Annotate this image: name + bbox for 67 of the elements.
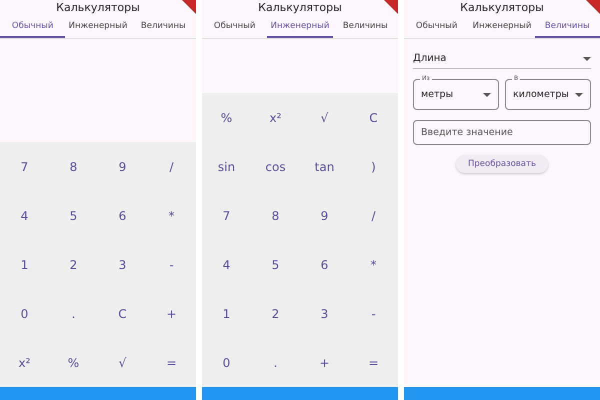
calculator-key[interactable]: x² <box>0 338 49 387</box>
caret-icon <box>483 92 491 96</box>
calculator-key[interactable]: 5 <box>49 191 98 240</box>
tab[interactable]: Величины <box>534 16 600 38</box>
tab[interactable]: Обычный <box>202 16 268 38</box>
caret-icon <box>583 56 591 60</box>
calculator-key[interactable]: * <box>349 240 398 289</box>
calculator-key[interactable]: . <box>49 289 98 338</box>
calculator-key[interactable]: 3 <box>98 240 147 289</box>
app-title: Калькуляторы <box>258 0 342 16</box>
calculator-key[interactable]: 8 <box>251 191 300 240</box>
calculator-key[interactable]: √ <box>98 338 147 387</box>
debug-ribbon <box>586 0 600 14</box>
caret-icon <box>575 92 583 96</box>
tab[interactable]: Инженерный <box>267 16 333 38</box>
calculator-key[interactable]: - <box>147 240 196 289</box>
calculator-key[interactable]: = <box>349 338 398 387</box>
debug-ribbon <box>182 0 196 14</box>
calculator-key[interactable]: = <box>147 338 196 387</box>
calculator-key[interactable]: % <box>202 93 251 142</box>
category-dropdown[interactable]: Длина <box>413 49 591 69</box>
calculator-key[interactable]: 9 <box>300 191 349 240</box>
tab[interactable]: Обычный <box>404 16 470 38</box>
calculator-key[interactable]: C <box>349 93 398 142</box>
calculator-key[interactable]: 7 <box>0 142 49 191</box>
calculator-key[interactable]: 8 <box>49 142 98 191</box>
tab[interactable]: Инженерный <box>65 16 131 38</box>
app-title: Калькуляторы <box>56 0 140 16</box>
calculator-key[interactable]: C <box>98 289 147 338</box>
convert-button[interactable]: Преобразовать <box>456 155 548 173</box>
calculator-key[interactable]: tan <box>300 142 349 191</box>
calculator-key[interactable]: . <box>251 338 300 387</box>
calculator-key[interactable]: 2 <box>49 240 98 289</box>
calculator-key[interactable]: - <box>349 289 398 338</box>
calculator-key[interactable]: / <box>147 142 196 191</box>
calculator-key[interactable]: √ <box>300 93 349 142</box>
tab[interactable]: Инженерный <box>469 16 535 38</box>
calculator-key[interactable]: 4 <box>0 191 49 240</box>
calculator-key[interactable]: 9 <box>98 142 147 191</box>
calculator-key[interactable]: / <box>349 191 398 240</box>
unit-value: метры <box>421 89 454 100</box>
calculator-key[interactable]: 3 <box>300 289 349 338</box>
unit-value: километры <box>513 89 569 100</box>
calculator-key[interactable]: % <box>49 338 98 387</box>
calculator-key[interactable]: 0 <box>202 338 251 387</box>
calculator-key[interactable]: cos <box>251 142 300 191</box>
calculator-key[interactable]: ) <box>349 142 398 191</box>
calculator-key[interactable]: 2 <box>251 289 300 338</box>
calculator-key[interactable]: 1 <box>0 240 49 289</box>
tab[interactable]: Величины <box>332 16 398 38</box>
calculator-key[interactable]: * <box>147 191 196 240</box>
tab[interactable]: Обычный <box>0 16 66 38</box>
calculator-key[interactable]: 5 <box>251 240 300 289</box>
tab[interactable]: Величины <box>130 16 196 38</box>
app-title: Калькуляторы <box>460 0 544 16</box>
calculator-key[interactable]: x² <box>251 93 300 142</box>
calculator-key[interactable]: + <box>147 289 196 338</box>
calculator-key[interactable]: + <box>300 338 349 387</box>
calculator-key[interactable]: sin <box>202 142 251 191</box>
value-input-field[interactable]: Введите значение <box>413 120 591 145</box>
calculator-key[interactable]: 1 <box>202 289 251 338</box>
calculator-key[interactable]: 4 <box>202 240 251 289</box>
calculator-key[interactable]: 6 <box>98 191 147 240</box>
calculator-key[interactable]: 7 <box>202 191 251 240</box>
calculator-key[interactable]: 6 <box>300 240 349 289</box>
calculator-key[interactable]: 0 <box>0 289 49 338</box>
debug-ribbon <box>384 0 398 14</box>
